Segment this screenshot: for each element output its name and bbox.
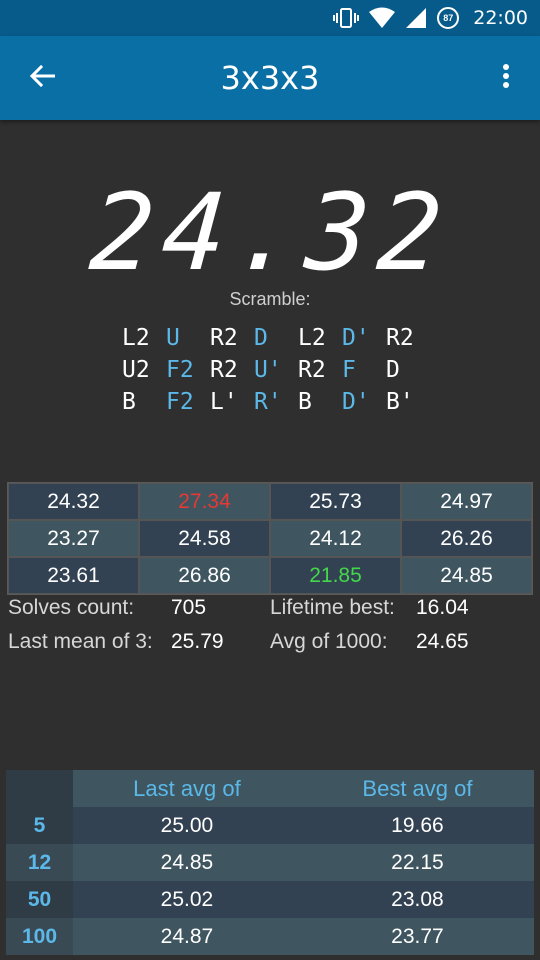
vibrate-icon bbox=[333, 7, 360, 29]
solve-time-cell[interactable]: 24.58 bbox=[139, 520, 270, 557]
solve-time-cell[interactable]: 24.12 bbox=[270, 520, 401, 557]
scramble-move: D bbox=[386, 357, 400, 383]
scramble-label: Scramble: bbox=[229, 289, 311, 309]
column-header-best-avg: Best avg of bbox=[300, 770, 534, 807]
wifi-icon bbox=[369, 7, 396, 29]
average-size-cell: 50 bbox=[6, 881, 73, 918]
solve-time-cell[interactable]: 21.85 bbox=[270, 557, 401, 594]
solve-time-cell[interactable]: 24.32 bbox=[8, 483, 139, 520]
solve-time-cell[interactable]: 24.97 bbox=[401, 483, 532, 520]
scramble-row: L2 U R2 D L2 D' R2 bbox=[122, 322, 442, 354]
scramble-row: U2 F2 R2 U' R2 F D bbox=[122, 354, 442, 386]
scramble-move: D bbox=[254, 325, 268, 351]
scramble-move: R' bbox=[254, 389, 282, 415]
table-row[interactable]: 12 24.85 22.15 bbox=[6, 844, 534, 881]
scramble-move: B bbox=[298, 389, 312, 415]
scramble-move: F2 bbox=[166, 389, 194, 415]
solve-time-cell[interactable]: 26.26 bbox=[401, 520, 532, 557]
solves-count-value: 705 bbox=[171, 596, 207, 619]
best-avg-cell: 23.08 bbox=[300, 881, 534, 918]
table-header-row: Last avg of Best avg of bbox=[6, 770, 534, 807]
lifetime-best-label: Lifetime best: bbox=[270, 596, 395, 619]
scramble-move: R2 bbox=[298, 357, 326, 383]
avg-1000-label: Avg of 1000: bbox=[270, 630, 388, 653]
app-bar: 3x3x3 bbox=[0, 36, 540, 120]
back-button[interactable] bbox=[20, 56, 64, 100]
last-avg-cell: 25.00 bbox=[73, 807, 301, 844]
scramble-move: L2 bbox=[122, 325, 150, 351]
scramble-move: L2 bbox=[298, 325, 326, 351]
arrow-left-icon bbox=[29, 63, 56, 94]
table-corner bbox=[6, 770, 73, 807]
battery-icon: 87 bbox=[437, 7, 460, 29]
page-title: 3x3x3 bbox=[220, 59, 320, 97]
last-mean-label: Last mean of 3: bbox=[8, 630, 153, 653]
solve-time-cell[interactable]: 23.27 bbox=[8, 520, 139, 557]
more-vertical-icon bbox=[502, 63, 510, 94]
scramble-row: B F2 L' R' B D' B' bbox=[122, 386, 442, 418]
last-avg-cell: 24.85 bbox=[73, 844, 301, 881]
table-row[interactable]: 50 25.02 23.08 bbox=[6, 881, 534, 918]
stats-row: Last mean of 3: 25.79 Avg of 1000: 24.65 bbox=[8, 630, 534, 664]
signal-icon bbox=[405, 7, 427, 29]
overflow-menu-button[interactable] bbox=[484, 56, 528, 100]
scramble-move: B bbox=[122, 389, 136, 415]
timer-display[interactable]: 24.32 bbox=[0, 171, 540, 294]
averages-table: Last avg of Best avg of 5 25.00 19.66 12 24.… bbox=[6, 770, 534, 955]
column-header-last-avg: Last avg of bbox=[73, 770, 301, 807]
solves-count-label: Solves count: bbox=[8, 596, 135, 619]
average-size-cell: 12 bbox=[6, 844, 73, 881]
avg-1000-value: 24.65 bbox=[416, 630, 469, 653]
scramble-move: U bbox=[166, 325, 180, 351]
status-bar: 87 22:00 bbox=[0, 0, 540, 36]
average-size-cell: 5 bbox=[6, 807, 73, 844]
scramble-move: F2 bbox=[166, 357, 194, 383]
recent-solves-grid: 24.32 27.34 25.73 24.97 23.27 24.58 24.12 26.26… bbox=[7, 482, 533, 595]
solve-time-cell[interactable]: 27.34 bbox=[139, 483, 270, 520]
lifetime-best-value: 16.04 bbox=[416, 596, 469, 619]
scramble-move: U' bbox=[254, 357, 282, 383]
solve-time-cell[interactable]: 25.73 bbox=[270, 483, 401, 520]
stats-row: Solves count: 705 Lifetime best: 16.04 bbox=[8, 596, 534, 630]
scramble-move: R2 bbox=[386, 325, 414, 351]
scramble-move: D' bbox=[342, 325, 370, 351]
scramble-sequence: L2 U R2 D L2 D' R2 U2 F2 R2 U' R2 F D B F2 L' R' B D' B' bbox=[122, 322, 442, 418]
table-row[interactable]: 100 24.87 23.77 bbox=[6, 918, 534, 955]
status-time: 22:00 bbox=[473, 7, 528, 29]
solve-time-cell[interactable]: 26.86 bbox=[139, 557, 270, 594]
solve-time-cell[interactable]: 24.85 bbox=[401, 557, 532, 594]
scramble-move: R2 bbox=[210, 325, 238, 351]
best-avg-cell: 22.15 bbox=[300, 844, 534, 881]
last-avg-cell: 24.87 bbox=[73, 918, 301, 955]
table-row[interactable]: 5 25.00 19.66 bbox=[6, 807, 534, 844]
scramble-move: B' bbox=[386, 389, 414, 415]
last-mean-value: 25.79 bbox=[171, 630, 224, 653]
best-avg-cell: 19.66 bbox=[300, 807, 534, 844]
average-size-cell: 100 bbox=[6, 918, 73, 955]
solve-time-cell[interactable]: 23.61 bbox=[8, 557, 139, 594]
scramble-move: F bbox=[342, 357, 356, 383]
last-avg-cell: 25.02 bbox=[73, 881, 301, 918]
scramble-move: R2 bbox=[210, 357, 238, 383]
stats-panel: Solves count: 705 Lifetime best: 16.04 L… bbox=[8, 596, 534, 664]
best-avg-cell: 23.77 bbox=[300, 918, 534, 955]
scramble-move: U2 bbox=[122, 357, 150, 383]
scramble-move: L' bbox=[210, 389, 238, 415]
scramble-move: D' bbox=[342, 389, 370, 415]
